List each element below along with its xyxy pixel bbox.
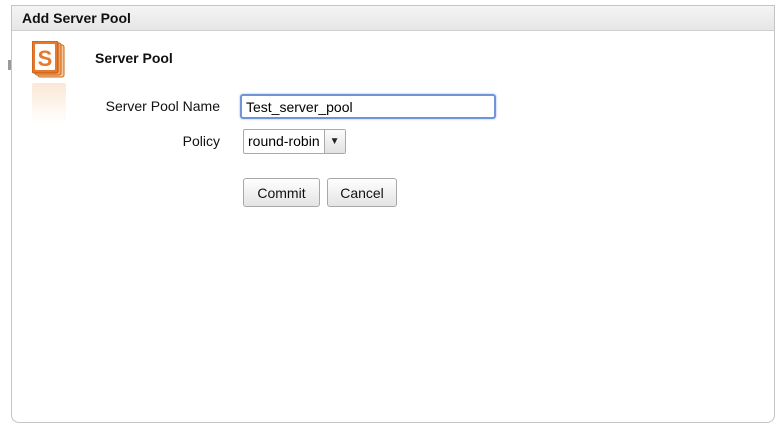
- server-pool-name-label: Server Pool Name: [105, 98, 220, 114]
- cancel-button[interactable]: Cancel: [327, 178, 397, 207]
- policy-select[interactable]: round-robin ▼: [243, 129, 346, 154]
- server-pool-icon: S: [32, 41, 66, 79]
- server-pool-name-input[interactable]: [240, 94, 496, 119]
- dialog-content: S Server Pool Server Pool Name Policy ro…: [12, 31, 774, 422]
- chevron-down-icon[interactable]: ▼: [323, 130, 345, 153]
- commit-button[interactable]: Commit: [243, 178, 320, 207]
- svg-text:S: S: [38, 46, 53, 71]
- dialog-title: Add Server Pool: [22, 10, 131, 26]
- section-title: Server Pool: [95, 50, 173, 66]
- add-server-pool-dialog: Add Server Pool S Server Pool Server Poo…: [11, 5, 775, 423]
- dialog-titlebar: Add Server Pool: [12, 6, 774, 31]
- icon-reflection: [32, 83, 66, 123]
- policy-selected-value: round-robin: [248, 133, 320, 149]
- policy-label: Policy: [182, 133, 220, 149]
